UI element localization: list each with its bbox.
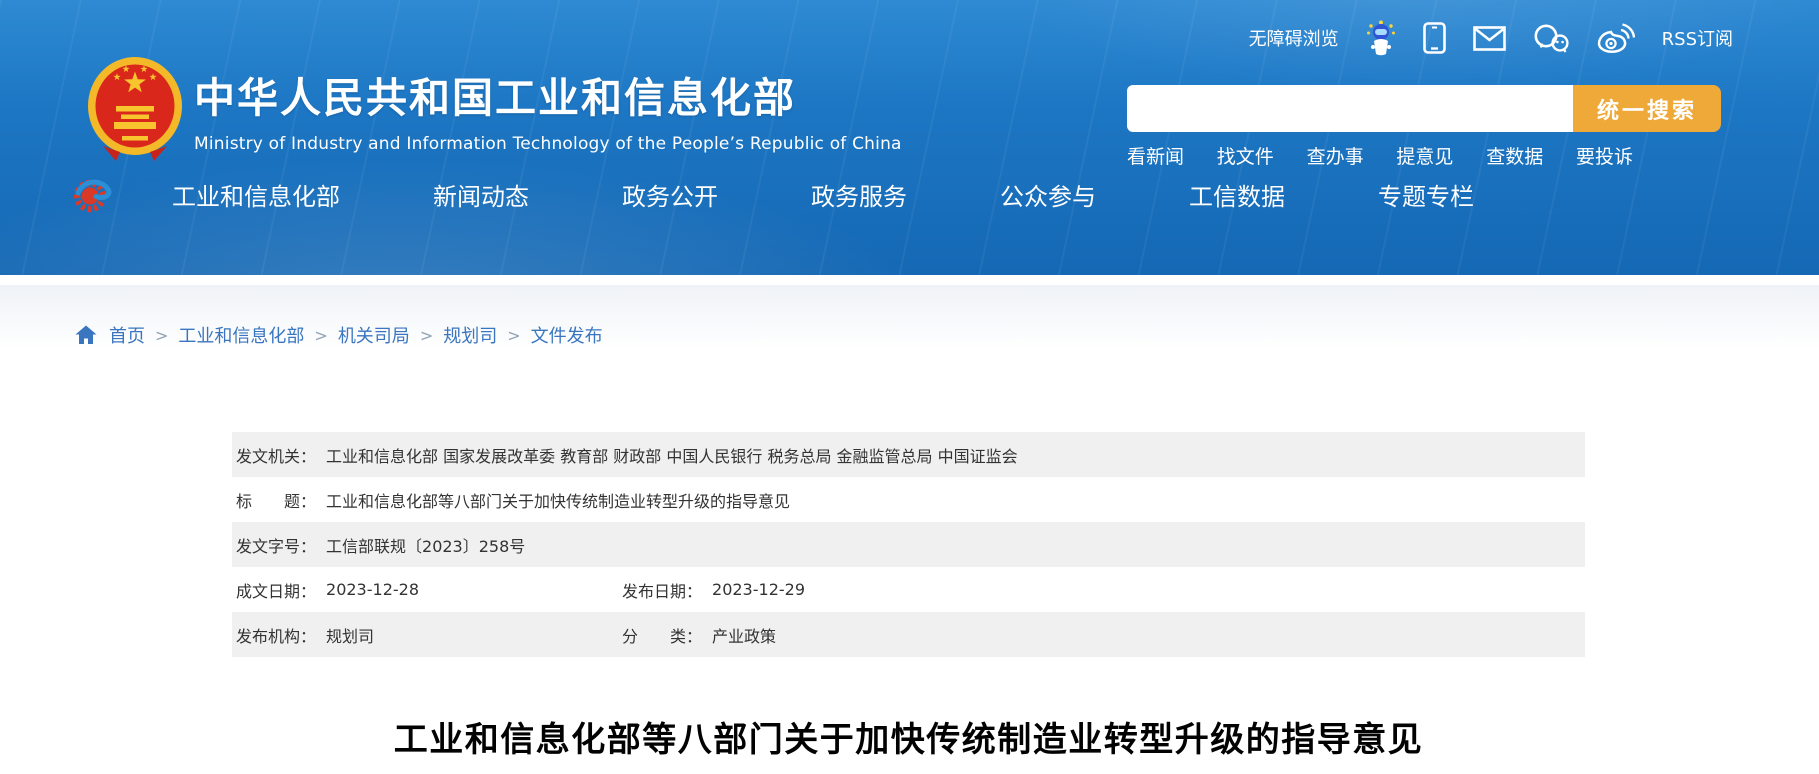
topbar: 无障碍浏览 [1249, 18, 1733, 58]
wechat-icon[interactable] [1533, 24, 1570, 53]
nav-item[interactable]: 政务公开 [622, 177, 718, 212]
meta-value: 工业和信息化部等八部门关于加快传统制造业转型升级的指导意见 [326, 488, 790, 512]
meta-label: 发文字号： [236, 533, 316, 557]
nav-item[interactable]: 公众参与 [1000, 177, 1096, 212]
site-title: 中华人民共和国工业和信息化部 [194, 64, 902, 124]
breadcrumb: 首页 > 工业和信息化部 > 机关司局 > 规划司 > 文件发布 [75, 322, 603, 348]
meta-row: 标 题： 工业和信息化部等八部门关于加快传统制造业转型升级的指导意见 [232, 477, 1585, 522]
site-subtitle: Ministry of Industry and Information Tec… [194, 134, 902, 154]
breadcrumb-current[interactable]: 文件发布 [531, 322, 603, 348]
mobile-icon[interactable] [1423, 22, 1446, 54]
meta-table: 发文机关： 工业和信息化部 国家发展改革委 教育部 财政部 中国人民银行 税务总… [232, 432, 1585, 657]
meta-label: 标 题： [236, 488, 316, 512]
meta-label: 发布机构： [236, 623, 316, 647]
nav-item[interactable]: 工信数据 [1189, 177, 1285, 212]
meta-cell: 发布机构： 规划司 [236, 623, 622, 647]
meta-row: 发布机构： 规划司 分 类： 产业政策 [232, 612, 1585, 657]
meta-label: 发布日期： [622, 578, 702, 602]
meta-cell: 发文字号： 工信部联规〔2023〕258号 [236, 533, 525, 557]
quick-link[interactable]: 查办事 [1307, 142, 1364, 169]
meta-value: 规划司 [326, 623, 374, 647]
rss-link[interactable]: RSS订阅 [1662, 25, 1733, 51]
meta-label: 成文日期： [236, 578, 316, 602]
breadcrumb-separator: > [314, 326, 327, 345]
meta-row: 发文字号： 工信部联规〔2023〕258号 [232, 522, 1585, 567]
meta-value: 工信部联规〔2023〕258号 [326, 533, 525, 557]
meta-cell: 标 题： 工业和信息化部等八部门关于加快传统制造业转型升级的指导意见 [236, 488, 790, 512]
home-icon[interactable] [75, 325, 97, 345]
meta-label: 分 类： [622, 623, 702, 647]
quick-link[interactable]: 提意见 [1396, 142, 1453, 169]
article-title: 工业和信息化部等八部门关于加快传统制造业转型升级的指导意见 [232, 712, 1585, 761]
nav-item[interactable]: 专题专栏 [1378, 177, 1474, 212]
nav-list: 工业和信息化部 新闻动态 政务公开 政务服务 公众参与 工信数据 专题专栏 [172, 177, 1474, 212]
search-input[interactable] [1127, 85, 1573, 132]
meta-cell: 分 类： 产业政策 [622, 623, 776, 647]
quick-link[interactable]: 找文件 [1217, 142, 1274, 169]
meta-cell: 成文日期： 2023-12-28 [236, 578, 622, 602]
nav-item[interactable]: 新闻动态 [433, 177, 529, 212]
quick-link[interactable]: 查数据 [1486, 142, 1543, 169]
meta-row: 发文机关： 工业和信息化部 国家发展改革委 教育部 财政部 中国人民银行 税务总… [232, 432, 1585, 477]
breadcrumb-separator: > [155, 326, 168, 345]
breadcrumb-link[interactable]: 机关司局 [338, 322, 410, 348]
mail-icon[interactable] [1473, 26, 1506, 51]
meta-cell: 发文机关： 工业和信息化部 国家发展改革委 教育部 财政部 中国人民银行 税务总… [236, 443, 1018, 467]
header-banner: 无障碍浏览 [0, 0, 1819, 275]
breadcrumb-separator: > [420, 326, 433, 345]
meta-value: 工业和信息化部 国家发展改革委 教育部 财政部 中国人民银行 税务总局 金融监管… [326, 443, 1018, 467]
nav-item[interactable]: 工业和信息化部 [172, 177, 340, 212]
miit-logo-icon[interactable] [72, 173, 112, 215]
breadcrumb-link[interactable]: 首页 [109, 322, 145, 348]
quick-link[interactable]: 要投诉 [1576, 142, 1633, 169]
robot-icon[interactable] [1366, 20, 1396, 56]
breadcrumb-link[interactable]: 规划司 [443, 322, 497, 348]
nav-item[interactable]: 政务服务 [811, 177, 907, 212]
quick-link[interactable]: 看新闻 [1127, 142, 1184, 169]
meta-label: 发文机关： [236, 443, 316, 467]
search-button[interactable]: 统一搜索 [1573, 85, 1721, 132]
weibo-icon[interactable] [1597, 23, 1635, 54]
meta-cell: 发布日期： 2023-12-29 [622, 578, 805, 602]
main-nav: 工业和信息化部 新闻动态 政务公开 政务服务 公众参与 工信数据 专题专栏 [72, 168, 1474, 220]
search-quick-links: 看新闻 找文件 查办事 提意见 查数据 要投诉 [1127, 142, 1633, 169]
brand-text: 中华人民共和国工业和信息化部 Ministry of Industry and … [194, 64, 902, 154]
breadcrumb-separator: > [507, 326, 520, 345]
accessibility-link[interactable]: 无障碍浏览 [1249, 25, 1339, 51]
meta-row: 成文日期： 2023-12-28 发布日期： 2023-12-29 [232, 567, 1585, 612]
page: 无障碍浏览 [0, 0, 1819, 774]
national-emblem [85, 56, 185, 166]
meta-value: 产业政策 [712, 623, 776, 647]
breadcrumb-link[interactable]: 工业和信息化部 [178, 322, 304, 348]
meta-value: 2023-12-28 [326, 580, 419, 599]
search-bar: 统一搜索 [1127, 85, 1721, 132]
meta-value: 2023-12-29 [712, 580, 805, 599]
